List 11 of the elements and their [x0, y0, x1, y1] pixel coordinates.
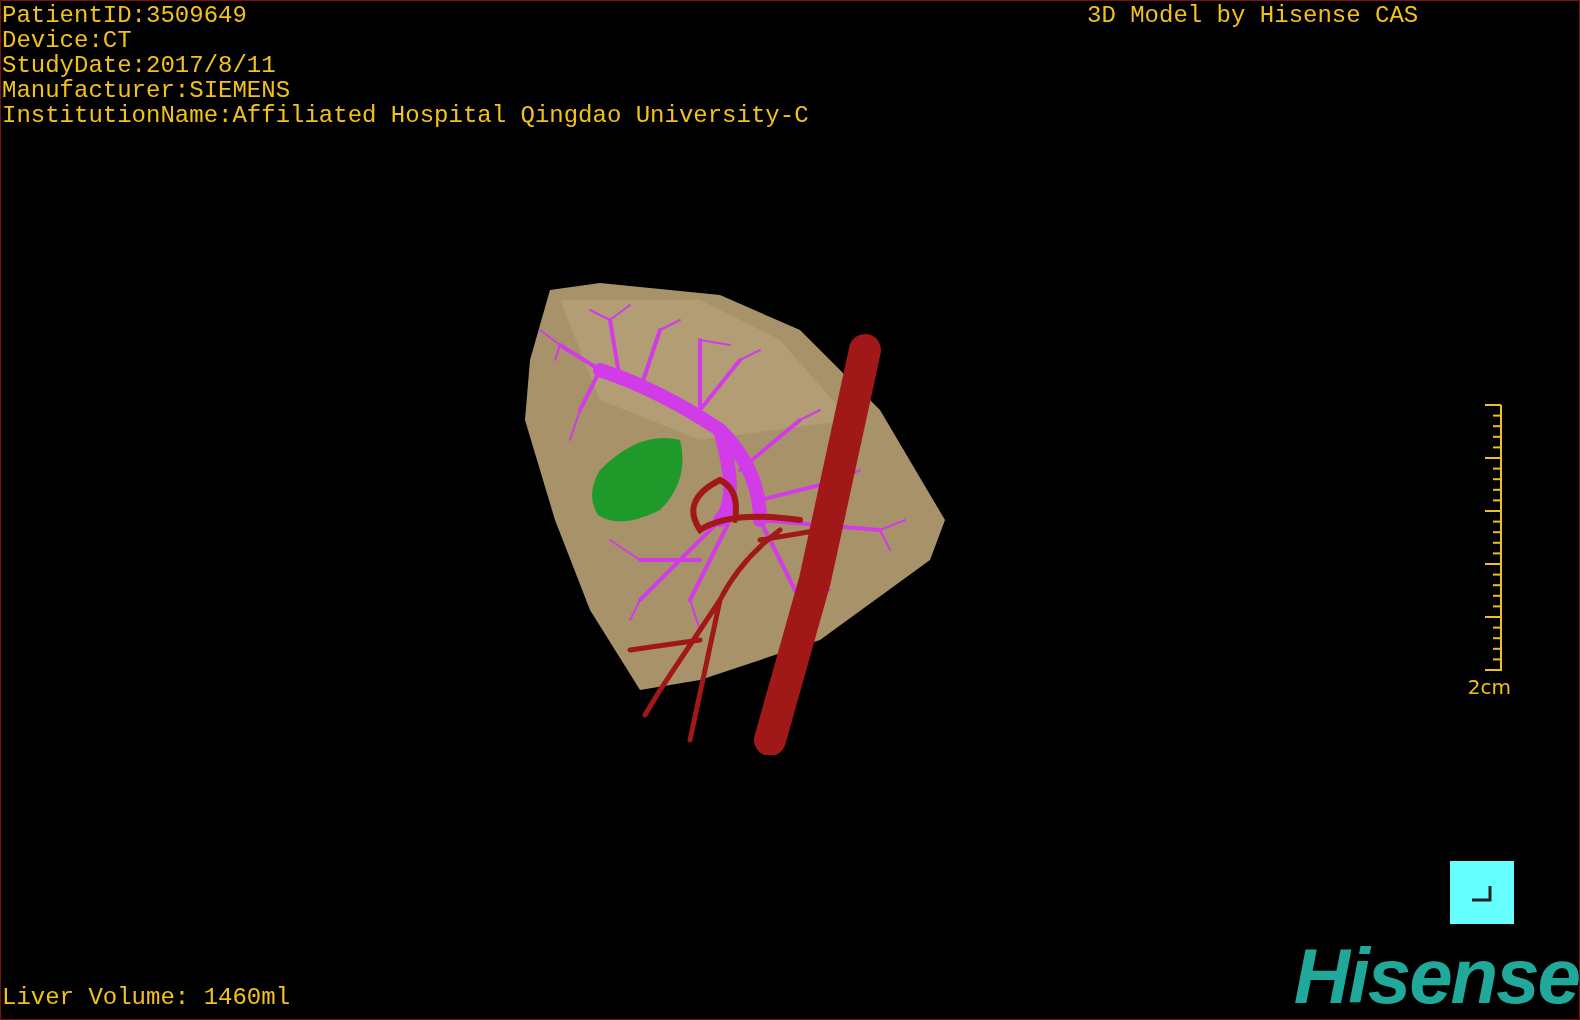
info-line: PatientID:3509649 — [2, 3, 247, 28]
model-title: 3D Model by Hisense CAS — [1087, 3, 1419, 28]
scale-ruler-icon — [1483, 403, 1503, 673]
liver-volume: Liver Volume: 1460ml — [2, 984, 291, 1012]
info-line: InstitutionName:Affiliated Hospital Qingdao University-C — [2, 103, 809, 128]
brand-logo: Hisense — [1293, 936, 1579, 1016]
scale-label: 2cm — [1467, 675, 1511, 699]
info-line: Manufacturer:SIEMENS — [2, 78, 291, 103]
info-line: Device:CT — [2, 28, 132, 53]
corner-button[interactable] — [1450, 861, 1514, 924]
info-line: StudyDate:2017/8/11 — [2, 53, 276, 78]
